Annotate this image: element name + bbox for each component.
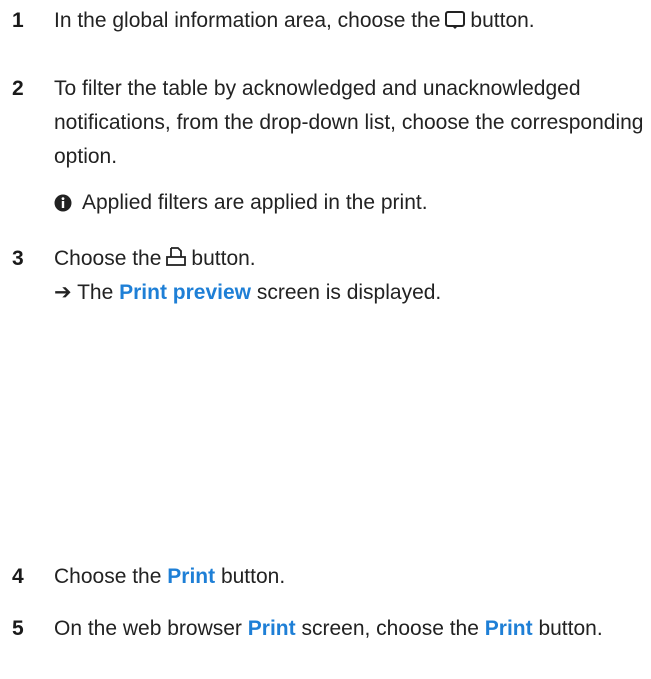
step-result: ➔ The Print preview screen is displayed.	[54, 281, 442, 304]
step-number: 4	[12, 565, 24, 588]
print-preview-link: Print preview	[119, 281, 251, 304]
step-number: 3	[12, 247, 24, 270]
step-number: 5	[12, 617, 24, 640]
print-icon	[165, 245, 187, 279]
result-arrow-icon: ➔	[54, 281, 72, 304]
notifications-icon	[444, 7, 466, 41]
step-text: On the web browser Print screen, choose …	[54, 617, 603, 640]
print-button-label: Print	[484, 617, 533, 640]
info-note: Applied filters are applied in the print…	[54, 186, 644, 223]
step-text: Choose the Print button.	[54, 565, 286, 588]
step-number: 2	[12, 77, 24, 100]
note-text: Applied filters are applied in the print…	[82, 191, 428, 214]
print-screen-label: Print	[247, 617, 296, 640]
step-text: Choose the button.	[54, 242, 644, 279]
print-button-label: Print	[167, 565, 216, 588]
info-icon	[54, 189, 72, 223]
step-text: In the global information area, choose t…	[54, 4, 644, 41]
step-text: To filter the table by acknowledged and …	[54, 77, 644, 168]
step-number: 1	[12, 9, 24, 32]
